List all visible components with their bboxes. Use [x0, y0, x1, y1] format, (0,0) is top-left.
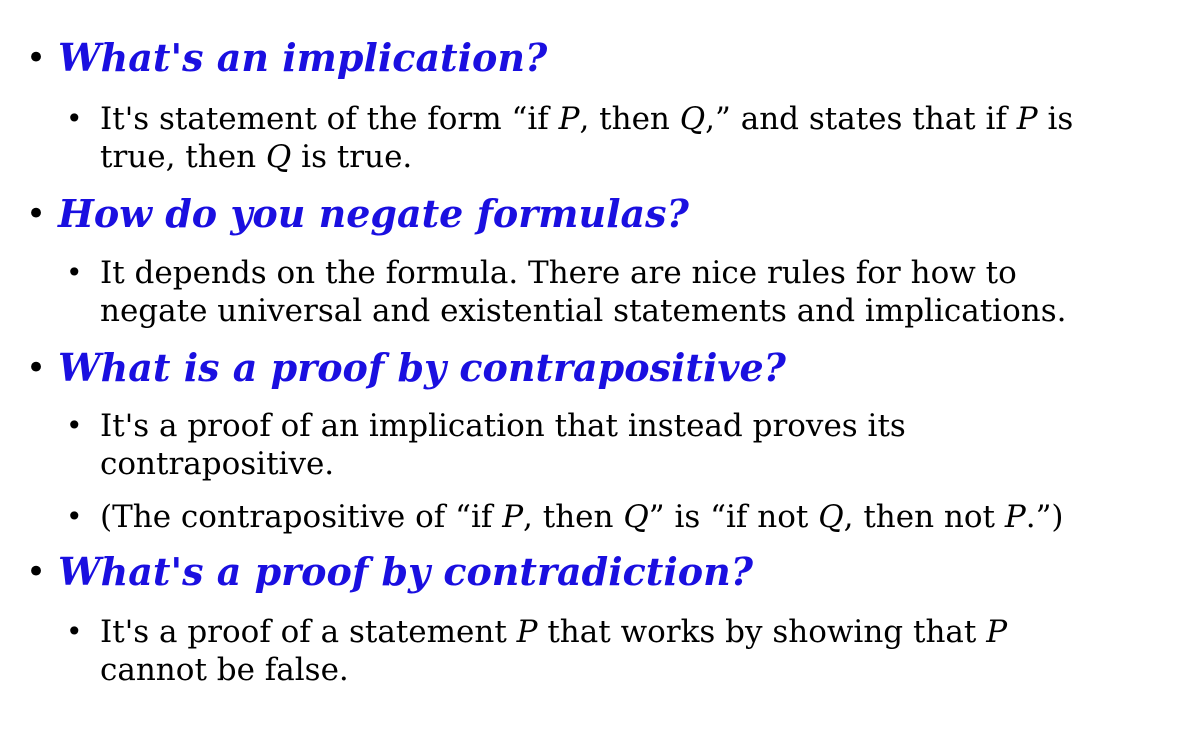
text-line: negate universal and existential stateme… — [100, 293, 1067, 329]
math-variable: P — [986, 614, 1008, 650]
text-line: It's a proof of a statement P that works… — [100, 614, 1008, 650]
bullet-icon: • — [26, 552, 47, 592]
text-line: cannot be false. — [100, 652, 349, 688]
answer-2-1-text: It depends on the formula. There are nic… — [100, 254, 1180, 330]
text-line: It depends on the formula. There are nic… — [100, 255, 1017, 291]
math-variable: P — [1016, 101, 1038, 137]
answer-3-2-text: (The contrapositive of “if P, then Q” is… — [100, 498, 1180, 536]
math-variable: P — [558, 101, 580, 137]
text-line: (The contrapositive of “if P, then Q” is… — [100, 499, 1064, 535]
bullet-icon: • — [66, 615, 83, 648]
bullet-icon: • — [66, 102, 83, 135]
text-line: It's statement of the form “if P, then Q… — [100, 101, 1074, 137]
math-variable: P — [502, 499, 524, 535]
bullet-icon: • — [66, 256, 83, 289]
bullet-icon: • — [66, 409, 83, 442]
question-1-text: What's an implication? — [58, 35, 548, 80]
answer-1-1-text: It's statement of the form “if P, then Q… — [100, 100, 1180, 176]
bullet-icon: • — [26, 38, 47, 78]
math-variable: P — [1004, 499, 1026, 535]
math-variable: Q — [818, 499, 844, 535]
answer-4-1-text: It's a proof of a statement P that works… — [100, 613, 1180, 689]
answer-3-1-text: It's a proof of an implication that inst… — [100, 407, 1180, 483]
text-line: contrapositive. — [100, 446, 335, 482]
question-2-text: How do you negate formulas? — [58, 191, 689, 236]
math-variable: Q — [623, 499, 649, 535]
slide: • What's an implication? • It's statemen… — [0, 0, 1195, 731]
math-variable: Q — [265, 139, 292, 175]
text-line: true, then Q is true. — [100, 139, 413, 175]
bullet-icon: • — [26, 348, 47, 388]
math-variable: Q — [679, 101, 706, 137]
question-3-text: What is a proof by contrapositive? — [58, 345, 786, 390]
text-line: It's a proof of an implication that inst… — [100, 408, 906, 444]
bullet-icon: • — [26, 194, 47, 234]
question-4-text: What's a proof by contradiction? — [58, 549, 754, 594]
math-variable: P — [516, 614, 538, 650]
bullet-icon: • — [66, 500, 83, 533]
